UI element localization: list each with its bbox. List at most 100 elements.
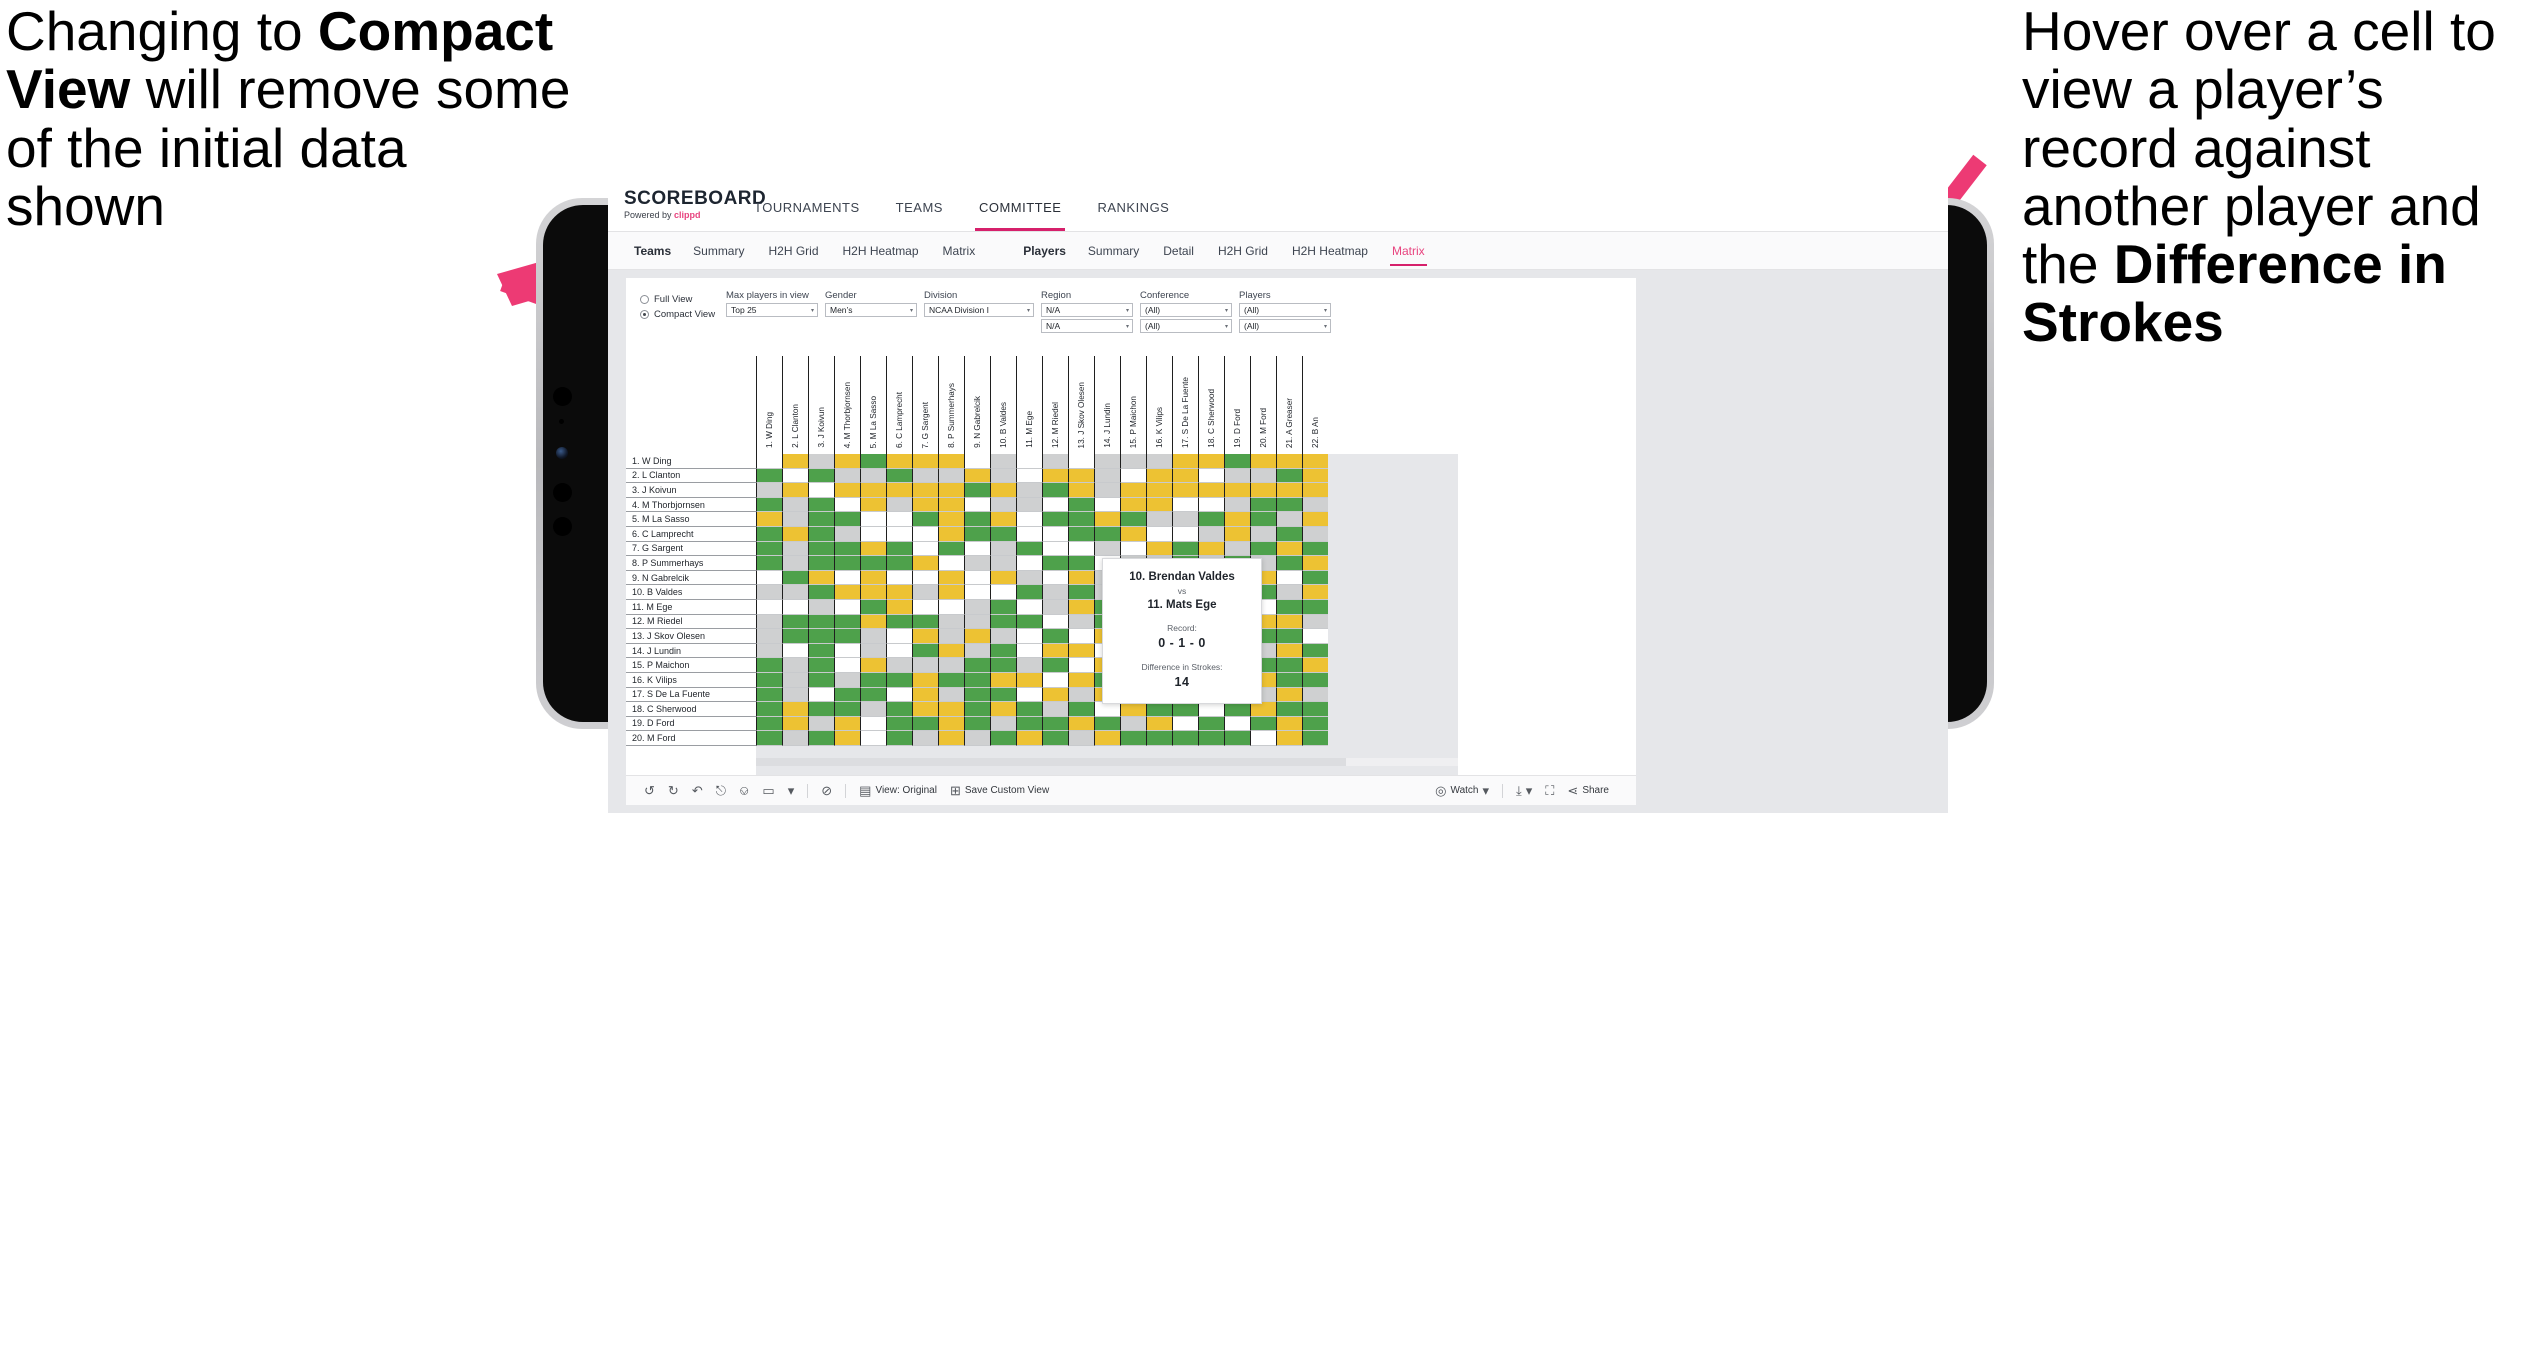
matrix-cell[interactable] <box>860 716 886 732</box>
matrix-cell[interactable] <box>834 643 860 659</box>
matrix-cell[interactable] <box>756 599 782 615</box>
matrix-cell[interactable] <box>1250 512 1276 527</box>
matrix-cell[interactable] <box>886 468 912 484</box>
matrix-cell[interactable] <box>1302 658 1328 673</box>
refresh-icon[interactable]: ⎋ <box>716 784 726 797</box>
matrix-cell[interactable] <box>808 570 834 586</box>
filter-players-select[interactable]: (All) ▾ <box>1239 303 1331 317</box>
matrix-cell[interactable] <box>808 702 834 717</box>
matrix-cell[interactable] <box>990 512 1016 527</box>
matrix-cell[interactable] <box>938 687 964 703</box>
filter-gender-select[interactable]: Men’s ▾ <box>825 303 917 317</box>
matrix-cell[interactable] <box>886 585 912 600</box>
matrix-cell[interactable] <box>808 599 834 615</box>
matrix-cell[interactable] <box>964 556 990 571</box>
matrix-cell[interactable] <box>782 599 808 615</box>
matrix-cell[interactable] <box>1172 731 1198 746</box>
matrix-cell[interactable] <box>1250 497 1276 513</box>
matrix-cell[interactable] <box>912 454 938 469</box>
matrix-cell[interactable] <box>938 570 964 586</box>
matrix-cell[interactable] <box>860 512 886 527</box>
matrix-cell[interactable] <box>1302 643 1328 659</box>
matrix-cell[interactable] <box>808 731 834 746</box>
matrix-cell[interactable] <box>782 629 808 644</box>
matrix-cell[interactable] <box>808 497 834 513</box>
matrix-cell[interactable] <box>938 702 964 717</box>
matrix-cell[interactable] <box>1016 585 1042 600</box>
matrix-cell[interactable] <box>1068 599 1094 615</box>
matrix-cell[interactable] <box>1146 454 1172 469</box>
matrix-cell[interactable] <box>1172 716 1198 732</box>
matrix-cell[interactable] <box>886 570 912 586</box>
matrix-cell[interactable] <box>1068 526 1094 542</box>
matrix-cell[interactable] <box>1042 672 1068 688</box>
matrix-horizontal-scrollbar[interactable] <box>756 758 1458 766</box>
matrix-cell[interactable] <box>1276 716 1302 732</box>
matrix-cell[interactable] <box>1016 526 1042 542</box>
matrix-cell[interactable] <box>964 658 990 673</box>
matrix-cell[interactable] <box>1094 468 1120 484</box>
matrix-cell[interactable] <box>1276 483 1302 498</box>
matrix-cell[interactable] <box>756 629 782 644</box>
matrix-cell[interactable] <box>964 483 990 498</box>
matrix-cell[interactable] <box>990 658 1016 673</box>
matrix-cell[interactable] <box>860 468 886 484</box>
matrix-cell[interactable] <box>912 541 938 557</box>
matrix-cell[interactable] <box>1276 614 1302 630</box>
matrix-cell[interactable] <box>1068 702 1094 717</box>
matrix-cell[interactable] <box>1042 512 1068 527</box>
matrix-cell[interactable] <box>886 512 912 527</box>
matrix-cell[interactable] <box>1146 716 1172 732</box>
matrix-cell[interactable] <box>964 454 990 469</box>
matrix-cell[interactable] <box>1224 731 1250 746</box>
matrix-cell[interactable] <box>990 483 1016 498</box>
matrix-cell[interactable] <box>756 672 782 688</box>
matrix-cell[interactable] <box>782 468 808 484</box>
help-icon[interactable]: ⊘ <box>821 784 832 797</box>
matrix-cell[interactable] <box>938 614 964 630</box>
players-tab-h2h-heatmap[interactable]: H2H Heatmap <box>1280 232 1380 270</box>
players-tab-matrix[interactable]: Matrix <box>1380 232 1437 270</box>
matrix-cell[interactable] <box>1302 614 1328 630</box>
matrix-cell[interactable] <box>886 599 912 615</box>
matrix-cell[interactable] <box>886 731 912 746</box>
matrix-cell[interactable] <box>912 526 938 542</box>
matrix-cell[interactable] <box>1276 454 1302 469</box>
nav-item-tournaments[interactable]: TOURNAMENTS <box>736 184 878 231</box>
matrix-cell[interactable] <box>886 483 912 498</box>
matrix-cell[interactable] <box>1068 687 1094 703</box>
matrix-cell[interactable] <box>990 541 1016 557</box>
view-original-button[interactable]: ▤ View: Original <box>859 784 937 797</box>
matrix-cell[interactable] <box>912 585 938 600</box>
scrollbar-thumb[interactable] <box>756 758 1346 766</box>
matrix-cell[interactable] <box>782 556 808 571</box>
matrix-cell[interactable] <box>1068 570 1094 586</box>
matrix-cell[interactable] <box>938 512 964 527</box>
matrix-cell[interactable] <box>860 687 886 703</box>
matrix-cell[interactable] <box>1068 643 1094 659</box>
matrix-cell[interactable] <box>964 702 990 717</box>
matrix-cell[interactable] <box>990 497 1016 513</box>
matrix-cell[interactable] <box>1016 556 1042 571</box>
matrix-cell[interactable] <box>964 629 990 644</box>
matrix-cell[interactable] <box>1068 629 1094 644</box>
matrix-cell[interactable] <box>990 570 1016 586</box>
matrix-cell[interactable] <box>834 526 860 542</box>
matrix-cell[interactable] <box>1224 716 1250 732</box>
matrix-cell[interactable] <box>1094 716 1120 732</box>
matrix-cell[interactable] <box>886 541 912 557</box>
matrix-cell[interactable] <box>1016 468 1042 484</box>
filter-conference-select-2[interactable]: (All) ▾ <box>1140 319 1232 333</box>
matrix-cell[interactable] <box>938 731 964 746</box>
matrix-cell[interactable] <box>860 614 886 630</box>
matrix-cell[interactable] <box>1224 483 1250 498</box>
matrix-cell[interactable] <box>1042 454 1068 469</box>
matrix-cell[interactable] <box>1198 512 1224 527</box>
matrix-cell[interactable] <box>756 541 782 557</box>
matrix-cell[interactable] <box>756 570 782 586</box>
matrix-cell[interactable] <box>1016 716 1042 732</box>
matrix-cell[interactable] <box>782 614 808 630</box>
watch-button[interactable]: ◎ Watch ▾ <box>1435 784 1489 797</box>
matrix-cell[interactable] <box>834 599 860 615</box>
matrix-cell[interactable] <box>1042 716 1068 732</box>
